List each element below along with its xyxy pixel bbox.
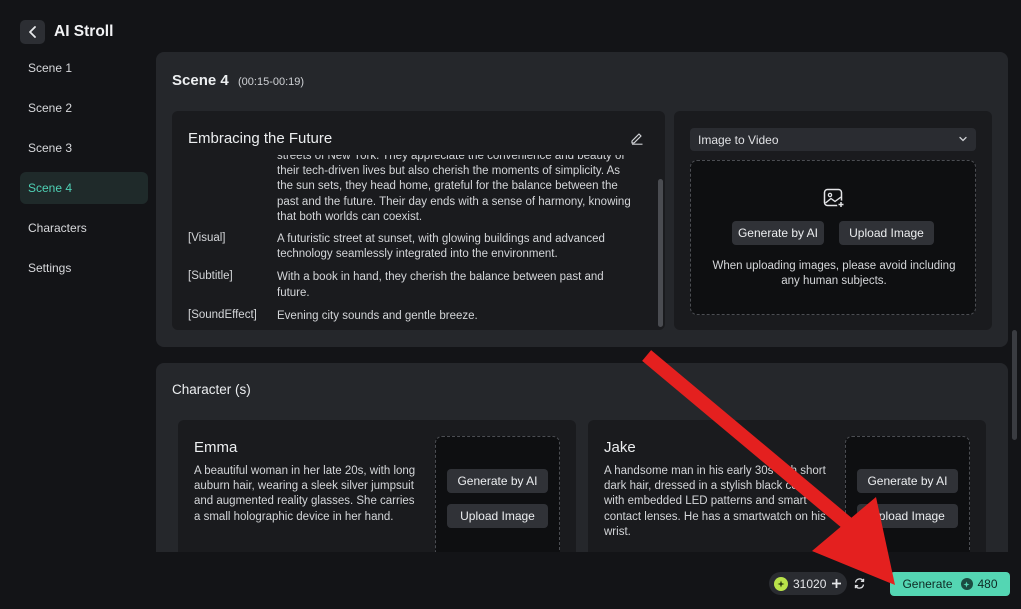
scene-panel: Scene 4 (00:15-00:19) Embracing the Futu…: [156, 52, 1008, 347]
character-image-dropzone[interactable]: Generate by AI Upload Image: [435, 436, 560, 552]
script-text: A futuristic street at sunset, with glow…: [277, 233, 605, 261]
add-credits-icon[interactable]: [831, 578, 842, 589]
upload-image-button[interactable]: Upload Image: [839, 221, 934, 245]
upload-note: When uploading images, please avoid incl…: [712, 260, 956, 287]
scene-time: (00:15-00:19): [238, 76, 305, 88]
app-title: AI Stroll: [54, 23, 114, 40]
script-scrollbar[interactable]: [658, 179, 663, 327]
edit-icon[interactable]: [630, 131, 644, 145]
script-row-soundeffect: [SoundEffect] Evening city sounds and ge…: [188, 309, 638, 324]
script-row-visual: [Visual] A futuristic street at sunset, …: [188, 232, 638, 262]
generate-by-ai-button[interactable]: Generate by AI: [447, 469, 548, 493]
script-row-narration: streets of New York. They appreciate the…: [188, 155, 638, 225]
upload-image-button[interactable]: Upload Image: [447, 504, 548, 528]
generate-cost: 480: [977, 577, 998, 591]
upload-image-button[interactable]: Upload Image: [857, 504, 958, 528]
sidebar-item-characters[interactable]: Characters: [20, 212, 148, 244]
character-name: Jake: [604, 439, 636, 456]
coin-icon: [774, 576, 788, 591]
image-dropzone[interactable]: Generate by AI Upload Image When uploadi…: [690, 160, 976, 315]
character-panel: Character (s) Emma A beautiful woman in …: [156, 363, 1008, 552]
script-text: With a book in hand, they cherish the ba…: [277, 271, 604, 299]
script-body[interactable]: streets of New York. They appreciate the…: [188, 155, 638, 330]
script-tag: [Subtitle]: [188, 270, 233, 283]
sidebar-item-scene-4[interactable]: Scene 4: [20, 172, 148, 204]
media-card: Image to Video Generate by AI Upload Ima…: [674, 111, 992, 330]
sidebar-item-scene-2[interactable]: Scene 2: [20, 92, 148, 124]
script-row-subtitle: [Subtitle] With a book in hand, they che…: [188, 270, 638, 300]
back-button[interactable]: [20, 20, 45, 44]
main-scrollbar[interactable]: [1012, 330, 1017, 440]
refresh-icon[interactable]: [853, 577, 866, 590]
sidebar-item-scene-3[interactable]: Scene 3: [20, 132, 148, 164]
credits-balance: 31020: [769, 572, 847, 595]
script-text: Evening city sounds and gentle breeze.: [277, 309, 478, 322]
generate-by-ai-button[interactable]: Generate by AI: [732, 221, 824, 245]
character-description: A beautiful woman in her late 20s, with …: [194, 465, 416, 523]
main-content: Scene 4 (00:15-00:19) Embracing the Futu…: [156, 52, 1008, 552]
header: AI Stroll: [0, 0, 1021, 52]
script-card: Embracing the Future streets of New York…: [172, 111, 665, 330]
add-image-icon: [823, 188, 845, 209]
character-image-dropzone[interactable]: Generate by AI Upload Image: [845, 436, 970, 552]
scene-title: Scene 4: [172, 72, 229, 89]
character-panel-title: Character (s): [172, 382, 251, 397]
character-description: A handsome man in his early 30s with sho…: [604, 465, 826, 538]
generate-label: Generate: [902, 577, 953, 591]
chevron-left-icon: [28, 26, 36, 38]
chevron-down-icon: [959, 136, 967, 142]
generate-by-ai-button[interactable]: Generate by AI: [857, 469, 958, 493]
credits-value: 31020: [793, 576, 827, 591]
sidebar-item-settings[interactable]: Settings: [20, 252, 148, 284]
generate-button[interactable]: Generate 480: [890, 572, 1010, 596]
mode-select[interactable]: Image to Video: [690, 128, 976, 151]
script-tag: [Visual]: [188, 232, 226, 245]
character-name: Emma: [194, 439, 238, 456]
script-narration: streets of New York. They appreciate the…: [277, 155, 631, 223]
character-card-jake: Jake A handsome man in his early 30s wit…: [588, 420, 986, 552]
script-tag: [SoundEffect]: [188, 308, 257, 321]
mode-select-value: Image to Video: [698, 132, 779, 147]
character-card-emma: Emma A beautiful woman in her late 20s, …: [178, 420, 576, 552]
sidebar-item-scene-1[interactable]: Scene 1: [20, 52, 148, 84]
coin-icon: [960, 578, 973, 590]
script-heading: Embracing the Future: [188, 130, 333, 147]
